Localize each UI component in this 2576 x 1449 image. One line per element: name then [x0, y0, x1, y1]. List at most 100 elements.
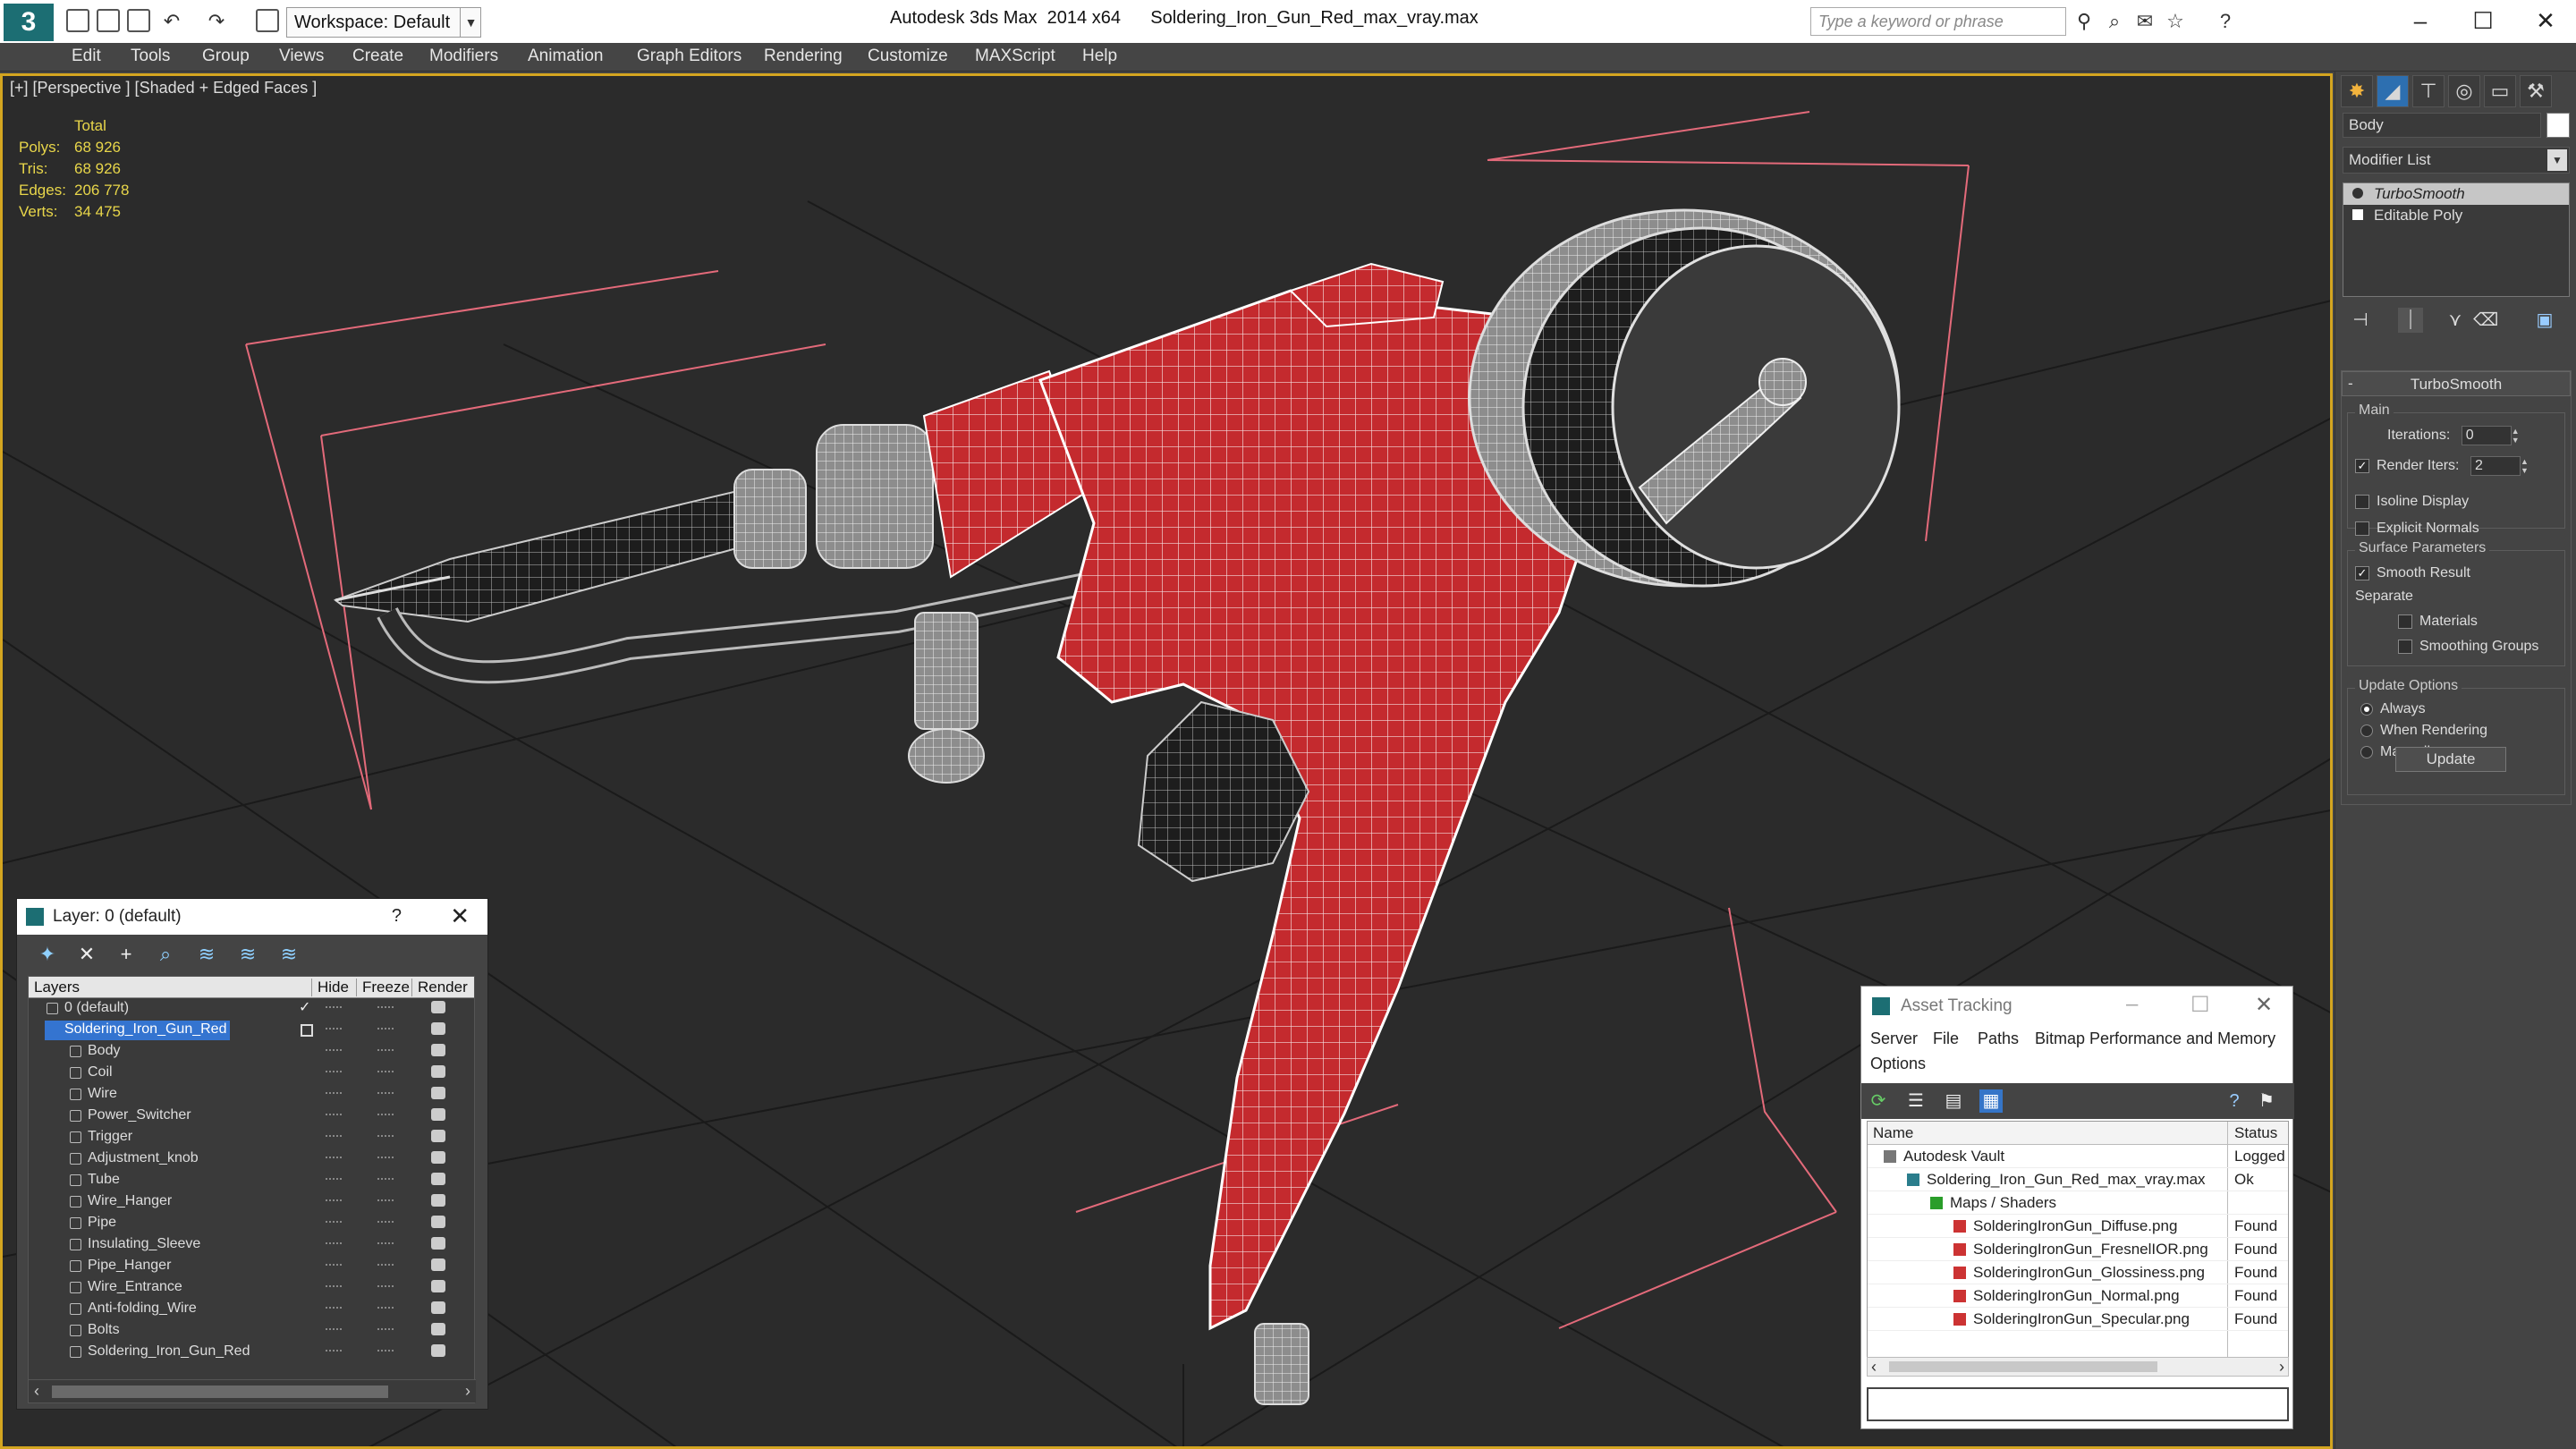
redo-icon[interactable]: ↷	[206, 11, 227, 32]
modifier-stack[interactable]: TurboSmooth Editable Poly	[2343, 182, 2570, 297]
always-radio[interactable]	[2360, 702, 2373, 716]
make-unique-icon[interactable]: ⋎	[2443, 308, 2468, 333]
new-file-icon[interactable]	[66, 9, 89, 32]
materials-checkbox[interactable]	[2398, 614, 2412, 629]
render-teapot-icon[interactable]	[431, 1151, 445, 1164]
layer-row[interactable]: Wire_Entrance	[29, 1277, 474, 1299]
minimize-icon[interactable]: –	[2126, 992, 2138, 1017]
hide-toggle[interactable]	[326, 1006, 342, 1010]
viewport-label[interactable]: [+] [Perspective ] [Shaded + Edged Faces…	[10, 79, 317, 97]
help-icon[interactable]: ?	[2215, 11, 2236, 32]
layer-row[interactable]: Soldering_Iron_Gun_Red	[29, 1020, 474, 1041]
display-tab-icon[interactable]: ▭	[2484, 75, 2516, 107]
freeze-toggle[interactable]	[377, 1350, 394, 1353]
layer-row[interactable]: Pipe	[29, 1213, 474, 1234]
render-teapot-icon[interactable]	[431, 1087, 445, 1099]
maximize-icon[interactable]: ☐	[2190, 992, 2210, 1018]
layer-dialog-titlebar[interactable]: Layer: 0 (default) ? ✕	[17, 899, 487, 935]
explicit-normals-checkbox[interactable]	[2355, 521, 2369, 536]
layer-horizontal-scrollbar[interactable]: ‹ ›	[29, 1379, 476, 1402]
col-layers[interactable]: Layers	[34, 979, 80, 996]
subscription-icon[interactable]: ⌕	[2104, 11, 2125, 32]
hide-toggle[interactable]	[326, 1028, 342, 1031]
asset-dialog-titlebar[interactable]: Asset Tracking – ☐ ✕	[1861, 987, 2292, 1026]
asset-name[interactable]: SolderingIronGun_Normal.png	[1973, 1287, 2180, 1305]
undo-icon[interactable]: ↶	[161, 11, 182, 32]
render-teapot-icon[interactable]	[431, 1065, 445, 1078]
asset-row[interactable]: SolderingIronGun_Glossiness.png Found	[1868, 1261, 2288, 1284]
asset-menu-file[interactable]: File	[1933, 1030, 1959, 1048]
chevron-down-icon[interactable]: ▼	[460, 7, 481, 38]
menu-tools[interactable]: Tools	[131, 47, 170, 66]
modifier-list-dropdown[interactable]: Modifier List ▼	[2343, 147, 2570, 174]
asset-row[interactable]: SolderingIronGun_Normal.png Found	[1868, 1284, 2288, 1308]
hide-toggle[interactable]	[326, 1285, 342, 1289]
render-teapot-icon[interactable]	[431, 1130, 445, 1142]
object-name-field[interactable]: Body	[2343, 113, 2541, 138]
freeze-toggle[interactable]	[377, 1199, 394, 1203]
menu-animation[interactable]: Animation	[528, 47, 604, 66]
render-iters-spinner[interactable]: 2	[2470, 456, 2521, 476]
stack-item-turbosmooth[interactable]: TurboSmooth	[2343, 183, 2569, 205]
freeze-toggle[interactable]	[377, 1006, 394, 1010]
layer-row[interactable]: Pipe_Hanger	[29, 1256, 474, 1277]
layer-name[interactable]: Insulating_Sleeve	[68, 1235, 204, 1255]
layer-row[interactable]: Soldering_Iron_Gun_Red	[29, 1342, 474, 1363]
hide-toggle[interactable]	[326, 1092, 342, 1096]
close-icon[interactable]: ✕	[450, 902, 470, 930]
layer-row[interactable]: Wire	[29, 1084, 474, 1106]
menu-help[interactable]: Help	[1082, 47, 1117, 66]
binoculars-icon[interactable]: ⚲	[2073, 11, 2095, 32]
configure-sets-icon[interactable]: ▣	[2532, 308, 2557, 333]
render-teapot-icon[interactable]	[431, 1216, 445, 1228]
freeze-toggle[interactable]	[377, 1178, 394, 1182]
asset-menu-paths[interactable]: Paths	[1978, 1030, 2019, 1048]
asset-menu-options[interactable]: Options	[1870, 1055, 1926, 1073]
table-view-icon[interactable]: ▦	[1979, 1089, 2003, 1113]
layer-name[interactable]: Tube	[68, 1171, 123, 1191]
layer-name[interactable]: Wire_Entrance	[68, 1278, 186, 1298]
scrollbar-thumb[interactable]	[52, 1385, 388, 1398]
favorites-star-icon[interactable]: ☆	[2165, 11, 2186, 32]
col-render[interactable]: Render	[411, 979, 468, 996]
col-hide[interactable]: Hide	[311, 979, 349, 996]
menu-maxscript[interactable]: MAXScript	[975, 47, 1055, 66]
menu-rendering[interactable]: Rendering	[764, 47, 843, 66]
hide-toggle[interactable]	[326, 1307, 342, 1310]
layer-name[interactable]: 0 (default)	[45, 999, 132, 1019]
hide-toggle[interactable]	[326, 1049, 342, 1053]
hide-toggle[interactable]	[326, 1114, 342, 1117]
object-color-swatch[interactable]	[2546, 113, 2570, 138]
menu-graph-editors[interactable]: Graph Editors	[637, 47, 741, 66]
refresh-icon[interactable]: ⟳	[1867, 1089, 1890, 1113]
layer-row[interactable]: Trigger	[29, 1127, 474, 1148]
asset-name[interactable]: Maps / Shaders	[1950, 1194, 2056, 1212]
utilities-tab-icon[interactable]: ⚒	[2520, 75, 2552, 107]
open-file-icon[interactable]	[97, 9, 120, 32]
asset-horizontal-scrollbar[interactable]: ‹ ›	[1867, 1357, 2289, 1377]
render-teapot-icon[interactable]	[431, 1301, 445, 1314]
modify-tab-icon[interactable]: ◢	[2377, 75, 2409, 107]
app-logo-icon[interactable]: 3	[4, 4, 54, 41]
asset-row[interactable]: SolderingIronGun_Diffuse.png Found	[1868, 1215, 2288, 1238]
save-file-icon[interactable]	[127, 9, 150, 32]
layer-row[interactable]: 0 (default) ✓	[29, 998, 474, 1020]
hierarchy-tab-icon[interactable]: ⊤	[2412, 75, 2445, 107]
list-view-icon[interactable]: ☰	[1904, 1089, 1928, 1113]
create-tab-icon[interactable]: ✸	[2341, 75, 2373, 107]
smooth-result-checkbox[interactable]: ✓	[2355, 565, 2369, 580]
freeze-toggle[interactable]	[377, 1307, 394, 1310]
freeze-toggle[interactable]	[377, 1028, 394, 1031]
render-teapot-icon[interactable]	[431, 1237, 445, 1250]
workspace-dropdown[interactable]: Workspace: Default	[286, 7, 481, 38]
layer-name[interactable]: Adjustment_knob	[68, 1149, 202, 1169]
hide-toggle[interactable]	[326, 1221, 342, 1224]
collapse-icon[interactable]: -	[2348, 375, 2353, 393]
spinner-arrows-icon[interactable]: ▲ ▼	[2521, 457, 2529, 475]
when-rendering-radio[interactable]	[2360, 724, 2373, 737]
render-teapot-icon[interactable]	[431, 1001, 445, 1013]
freeze-toggle[interactable]	[377, 1071, 394, 1074]
menu-customize[interactable]: Customize	[868, 47, 948, 66]
scroll-right-icon[interactable]: ›	[2279, 1358, 2284, 1377]
close-button[interactable]: ✕	[2519, 4, 2572, 38]
